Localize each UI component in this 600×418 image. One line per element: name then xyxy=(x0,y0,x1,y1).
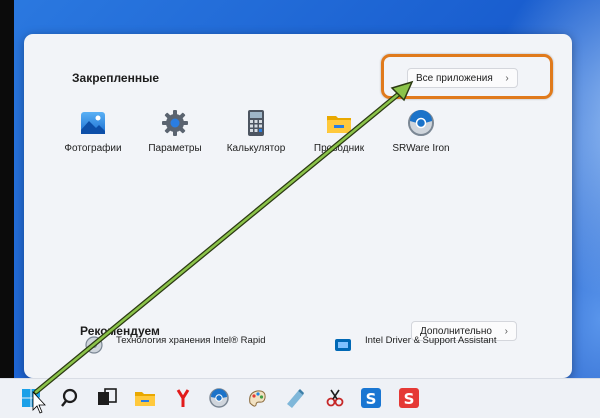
task-view-icon[interactable] xyxy=(96,387,118,409)
file-explorer-icon[interactable] xyxy=(134,387,156,409)
pinned-app-photos[interactable]: Фотографии xyxy=(53,108,133,154)
pinned-app-calculator[interactable]: Калькулятор xyxy=(216,108,296,154)
snipping-tool-icon[interactable] xyxy=(324,387,346,409)
intel-driver-assistant-icon xyxy=(333,335,353,355)
taskbar: S S xyxy=(0,378,600,418)
pinned-app-label: Проводник xyxy=(313,143,365,154)
windows-start-icon[interactable] xyxy=(20,387,42,409)
yandex-browser-icon[interactable] xyxy=(172,387,194,409)
svg-text:S: S xyxy=(404,390,415,408)
pinned-app-label: Фотографии xyxy=(64,143,122,154)
window-edge xyxy=(0,0,14,378)
pinned-app-label: Калькулятор xyxy=(226,143,286,154)
settings-gear-icon xyxy=(160,108,190,138)
search-icon[interactable] xyxy=(60,387,82,409)
highlight-frame xyxy=(381,54,553,99)
pinned-app-settings[interactable]: Параметры xyxy=(135,108,215,154)
photos-icon xyxy=(78,108,108,138)
chevron-right-icon: › xyxy=(504,326,508,337)
pinned-app-file-explorer[interactable]: Проводник xyxy=(299,108,379,154)
app-s-red-icon[interactable]: S xyxy=(398,387,420,409)
srware-iron-icon[interactable] xyxy=(208,387,230,409)
file-explorer-folder-icon xyxy=(324,108,354,138)
pinned-app-srware-iron[interactable]: SRWare Iron xyxy=(381,108,461,154)
paint-icon[interactable] xyxy=(246,387,268,409)
recommended-item-title: Intel Driver & Support Assistant xyxy=(365,335,497,346)
srware-iron-icon xyxy=(406,108,436,138)
pinned-section-title: Закрепленные xyxy=(72,71,160,85)
intel-rapid-storage-icon xyxy=(84,335,104,355)
pinned-app-label: Параметры xyxy=(148,143,202,154)
svg-text:S: S xyxy=(366,390,377,408)
notepad-icon[interactable] xyxy=(284,387,306,409)
recommended-item-title: Технология хранения Intel® Rapid xyxy=(116,335,266,346)
calculator-icon xyxy=(241,108,271,138)
pinned-app-label: SRWare Iron xyxy=(392,143,450,154)
app-s-blue-icon[interactable]: S xyxy=(360,387,382,409)
